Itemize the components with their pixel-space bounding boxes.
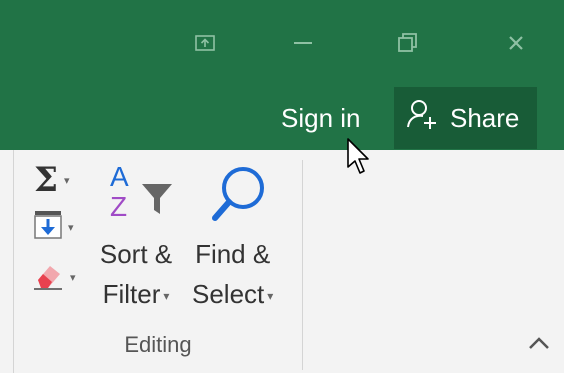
find-select-label-line1: Find & xyxy=(195,239,271,269)
minimize-icon xyxy=(294,41,312,45)
find-select-dropdown-caret-icon: ▾ xyxy=(267,289,274,304)
sign-in-link[interactable]: Sign in xyxy=(281,96,361,140)
sign-in-label: Sign in xyxy=(281,102,361,133)
group-divider-right xyxy=(302,160,303,370)
clear-dropdown-caret-icon[interactable]: ▾ xyxy=(70,271,76,284)
restore-icon xyxy=(398,33,418,53)
excel-window: Sign in Share Σ ▾ ▾ ▾ A Z Sort & Filter … xyxy=(0,0,564,373)
autosum-dropdown-caret-icon[interactable]: ▾ xyxy=(64,174,70,187)
sigma-icon: Σ xyxy=(34,160,59,200)
clear-button[interactable]: ▾ xyxy=(32,260,76,295)
fill-down-icon xyxy=(34,210,62,245)
sort-filter-dropdown-caret-icon: ▾ xyxy=(163,289,170,304)
eraser-icon xyxy=(32,260,64,295)
magnifier-icon xyxy=(193,162,273,234)
share-label: Share xyxy=(450,102,520,133)
autosum-button[interactable]: Σ ▾ xyxy=(34,163,70,197)
sort-letter-z: Z xyxy=(110,191,128,222)
close-icon xyxy=(508,35,524,51)
restore-button[interactable] xyxy=(386,26,430,60)
find-select-button[interactable]: Find & Select ▾ xyxy=(192,162,273,316)
fill-button[interactable]: ▾ xyxy=(34,210,74,245)
sort-filter-label-line2-wrap: Filter ▾ xyxy=(103,274,170,316)
collapse-ribbon-button[interactable] xyxy=(524,330,554,360)
fill-dropdown-caret-icon[interactable]: ▾ xyxy=(68,221,74,234)
sort-filter-label-line2: Filter xyxy=(102,279,161,309)
editing-group-label: Editing xyxy=(124,332,192,357)
ribbon-display-options-button[interactable] xyxy=(183,26,227,60)
ribbon: Σ ▾ ▾ ▾ A Z Sort & Filter ▾ Find & Selec… xyxy=(0,150,564,373)
share-person-icon xyxy=(406,98,440,139)
ribbon-display-options-icon xyxy=(195,35,215,51)
sort-filter-button[interactable]: A Z Sort & Filter ▾ xyxy=(96,162,176,316)
find-select-label-line2: Select xyxy=(192,279,265,309)
sort-az-filter-icon: A Z xyxy=(96,162,176,234)
minimize-button[interactable] xyxy=(281,26,325,60)
find-select-label-line2-wrap: Select ▾ xyxy=(192,274,273,316)
sort-letter-a: A xyxy=(110,161,129,192)
close-button[interactable] xyxy=(494,26,538,60)
title-bar: Sign in Share xyxy=(0,0,564,150)
share-button[interactable]: Share xyxy=(394,87,537,149)
chevron-up-icon xyxy=(528,336,550,355)
sort-filter-label-line1: Sort & xyxy=(99,239,173,269)
